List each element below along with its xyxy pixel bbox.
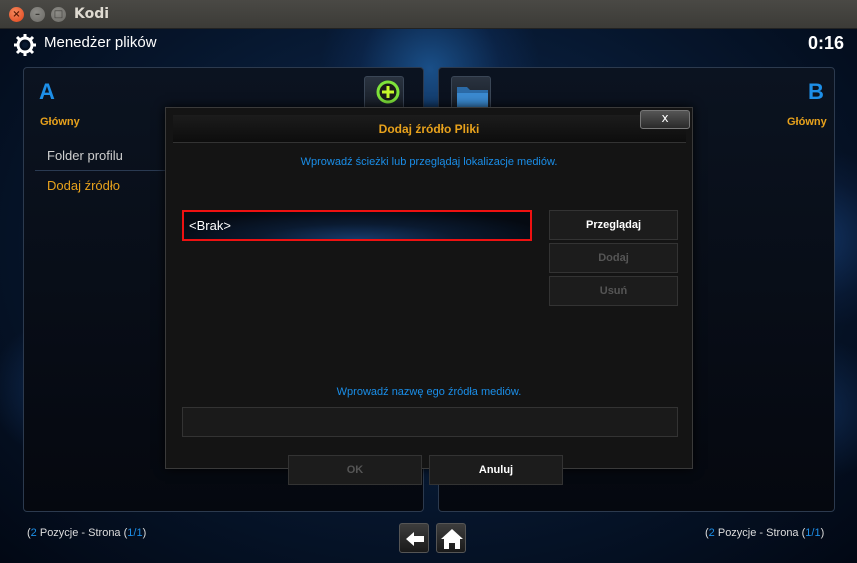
back-button[interactable]	[399, 523, 429, 553]
page-title: Menedżer plików	[44, 34, 157, 51]
source-name-field[interactable]	[182, 407, 678, 437]
cancel-button[interactable]: Anuluj	[429, 455, 563, 485]
footer-left-page: 1/1	[127, 527, 143, 539]
remove-button[interactable]: Usuń	[549, 276, 678, 306]
left-panel-subtitle: Główny	[40, 116, 80, 128]
footer-left-status: (2 Pozycje - Strona (1/1)	[27, 527, 147, 539]
source-path-value: <Brak>	[189, 218, 231, 233]
list-item-folder-profile[interactable]: Folder profilu	[47, 148, 123, 163]
footer-right-status: (2 Pozycje - Strona (1/1)	[705, 527, 825, 539]
footer-right-page: 1/1	[805, 527, 821, 539]
kodi-stage: Menedżer plików 0:16 A Główny Folder pro…	[0, 29, 857, 563]
source-path-field[interactable]: <Brak>	[182, 210, 532, 241]
path-hint: Wprowadź ścieżki lub przeglądaj lokaliza…	[300, 156, 558, 168]
window-close-button[interactable]: ×	[9, 7, 24, 22]
right-panel-letter: B	[808, 79, 824, 104]
list-item-add-source[interactable]: Dodaj źródło	[47, 178, 120, 193]
add-button[interactable]: Dodaj	[549, 243, 678, 273]
window-titlebar: × – □ Kodi	[0, 0, 857, 29]
name-hint: Wprowadź nazwę ego źródła mediów.	[336, 386, 522, 398]
left-panel-letter: A	[39, 79, 55, 104]
browse-button[interactable]: Przeglądaj	[549, 210, 678, 240]
footer-left-text: Pozycje - Strona	[36, 527, 124, 539]
window-minimize-button[interactable]: –	[30, 7, 45, 22]
clock: 0:16	[807, 33, 844, 53]
dialog-title: Dodaj źródło Pliki	[378, 122, 480, 136]
window-title: Kodi	[74, 6, 110, 22]
back-arrow-icon	[406, 532, 424, 546]
list-divider	[35, 170, 165, 171]
dialog-close-button[interactable]: x	[640, 110, 690, 129]
ok-button[interactable]: OK	[288, 455, 422, 485]
footer-right-text: Pozycje - Strona	[714, 527, 802, 539]
right-panel-subtitle: Główny	[787, 116, 827, 128]
window-maximize-button[interactable]: □	[51, 7, 66, 22]
gear-icon	[14, 34, 36, 56]
home-icon	[441, 529, 463, 549]
add-source-dialog: Dodaj źródło Pliki x Wprowadź ścieżki lu…	[165, 107, 693, 485]
home-button[interactable]	[436, 523, 466, 553]
